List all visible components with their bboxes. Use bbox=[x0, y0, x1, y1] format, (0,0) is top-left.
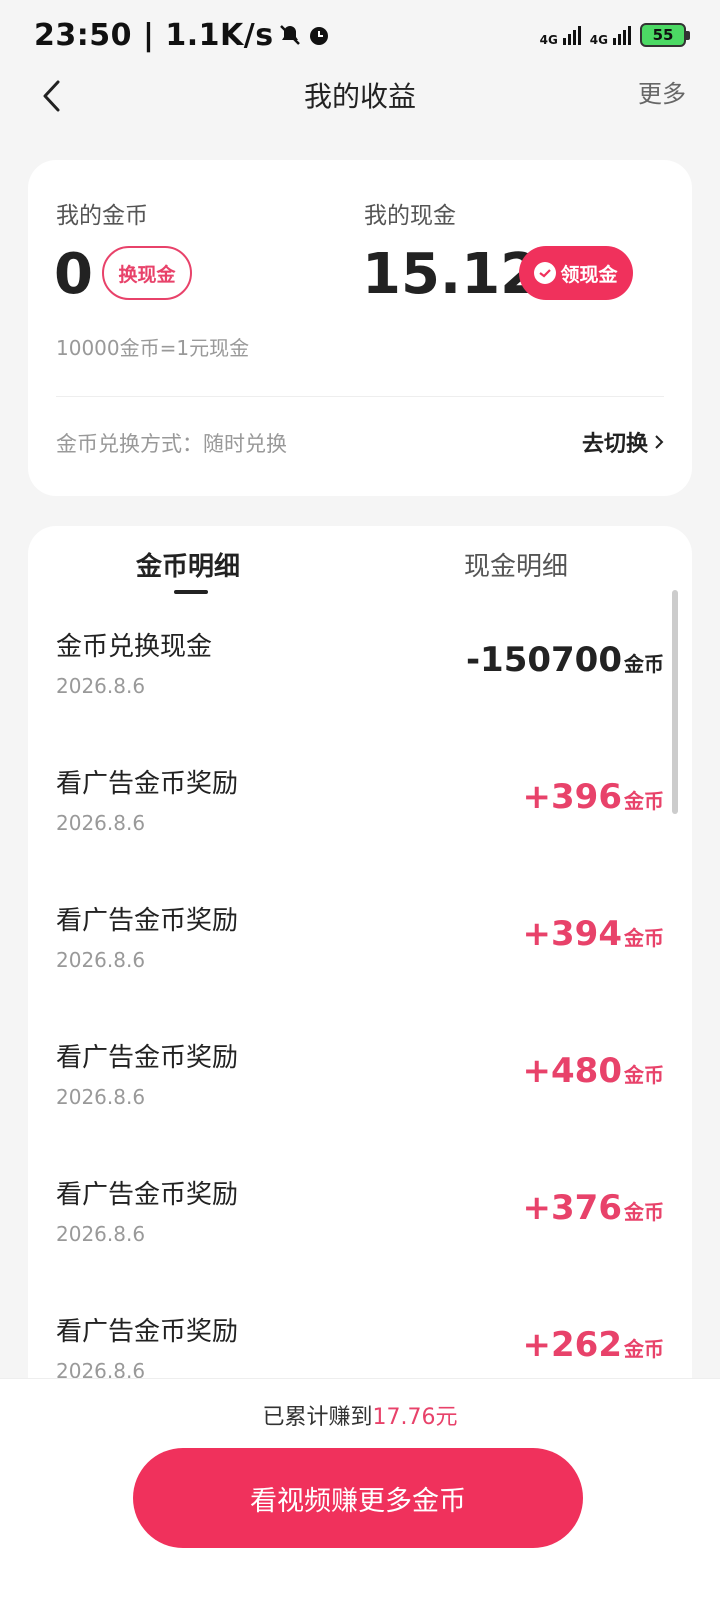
amount-unit: 金币 bbox=[624, 1063, 664, 1087]
network-type-2: 4G bbox=[589, 33, 608, 47]
amount-unit: 金币 bbox=[624, 1200, 664, 1224]
alarm-icon bbox=[309, 27, 328, 45]
record-date: 2026.8.6 bbox=[56, 1222, 146, 1246]
earned-prefix: 已累计赚到 bbox=[262, 1405, 373, 1430]
chevron-right-icon bbox=[655, 435, 664, 449]
amount-value: +396 bbox=[522, 777, 622, 817]
record-amount: -150700 金币 bbox=[466, 640, 664, 680]
watch-video-button[interactable]: 看视频赚更多金币 bbox=[133, 1448, 583, 1548]
withdraw-label: 领现金 bbox=[560, 263, 618, 286]
record-date: 2026.8.6 bbox=[56, 811, 146, 835]
withdraw-cash-button[interactable]: 领现金 bbox=[519, 246, 633, 300]
amount-unit: 金币 bbox=[624, 926, 664, 950]
amount-value: +376 bbox=[522, 1188, 622, 1228]
bottom-bar: 已累计赚到17.76元 看视频赚更多金币 bbox=[0, 1378, 720, 1600]
record-amount: +480 金币 bbox=[523, 1051, 664, 1091]
page-header: 我的收益 更多 bbox=[0, 70, 720, 120]
switch-method-link[interactable]: 去切换 bbox=[582, 426, 664, 458]
exchange-cash-button[interactable]: 换现金 bbox=[102, 246, 192, 300]
record-amount: +376 金币 bbox=[523, 1188, 664, 1228]
list-item: 看广告金币奖励 2026.8.6 +376 金币 bbox=[28, 1150, 692, 1287]
mute-bell-icon bbox=[279, 25, 300, 45]
amount-unit: 金币 bbox=[624, 789, 664, 813]
signal-icon-2 bbox=[613, 26, 631, 45]
switch-label: 去切换 bbox=[581, 432, 648, 457]
record-title: 看广告金币奖励 bbox=[56, 769, 239, 799]
divider bbox=[56, 396, 664, 397]
status-separator: | bbox=[132, 17, 166, 53]
network-speed: 1.1K/s bbox=[165, 17, 274, 53]
active-tab-indicator bbox=[174, 590, 208, 594]
page-title: 我的收益 bbox=[303, 80, 416, 113]
cash-balance: 15.12 bbox=[362, 242, 540, 307]
list-item: 看广告金币奖励 2026.8.6 +394 金币 bbox=[28, 876, 692, 1013]
scrollbar[interactable] bbox=[672, 590, 678, 814]
record-date: 2026.8.6 bbox=[56, 948, 146, 972]
record-amount: +262 金币 bbox=[523, 1325, 664, 1365]
record-amount: +394 金币 bbox=[523, 914, 664, 954]
signal-icon bbox=[562, 26, 581, 45]
tab-coin-detail[interactable]: 金币明细 bbox=[136, 546, 240, 583]
record-date: 2026.8.6 bbox=[56, 674, 146, 698]
record-amount: +396 金币 bbox=[523, 777, 664, 817]
battery-icon: 55 bbox=[640, 23, 690, 47]
record-title: 金币兑换现金 bbox=[56, 632, 213, 662]
record-title: 看广告金币奖励 bbox=[56, 1180, 239, 1210]
amount-value: +394 bbox=[522, 914, 622, 954]
amount-value: +262 bbox=[522, 1325, 622, 1365]
amount-unit: 金币 bbox=[624, 652, 664, 676]
network-type-1: 4G bbox=[539, 33, 558, 47]
record-list: 金币兑换现金 2026.8.6 -150700 金币 看广告金币奖励 2026.… bbox=[28, 602, 692, 1406]
earnings-summary-card: 我的金币 我的现金 0 换现金 15.12 领现金 10000金币=1元现金 金… bbox=[28, 160, 692, 496]
record-title: 看广告金币奖励 bbox=[56, 1317, 239, 1347]
record-date: 2026.8.6 bbox=[56, 1085, 146, 1109]
earned-amount: 17.76元 bbox=[372, 1405, 458, 1430]
record-title: 看广告金币奖励 bbox=[56, 906, 239, 936]
wallet-icon bbox=[534, 262, 557, 284]
amount-value: -150700 bbox=[465, 640, 622, 680]
exchange-rate-text: 10000金币=1元现金 bbox=[56, 336, 250, 360]
record-title: 看广告金币奖励 bbox=[56, 1043, 239, 1073]
coin-label: 我的金币 bbox=[56, 203, 148, 229]
exchange-method-text: 金币兑换方式：随时兑换 bbox=[56, 432, 287, 456]
more-button[interactable]: 更多 bbox=[638, 74, 686, 109]
detail-card: 金币明细 现金明细 金币兑换现金 2026.8.6 -150700 金币 看广告… bbox=[28, 526, 692, 1406]
list-item: 看广告金币奖励 2026.8.6 +480 金币 bbox=[28, 1013, 692, 1150]
cash-label: 我的现金 bbox=[364, 203, 456, 229]
battery-level: 55 bbox=[652, 26, 674, 44]
list-item: 看广告金币奖励 2026.8.6 +396 金币 bbox=[28, 739, 692, 876]
status-bar: 23:50 | 1.1K/s 4G 4G 55 bbox=[0, 0, 720, 70]
total-earned-text: 已累计赚到17.76元 bbox=[0, 1399, 720, 1431]
tab-cash-detail[interactable]: 现金明细 bbox=[464, 546, 568, 583]
status-time: 23:50 bbox=[34, 17, 132, 53]
coin-balance: 0 bbox=[54, 242, 93, 307]
detail-tabs: 金币明细 现金明细 bbox=[28, 526, 692, 602]
amount-unit: 金币 bbox=[624, 1337, 664, 1361]
amount-value: +480 bbox=[522, 1051, 622, 1091]
list-item: 金币兑换现金 2026.8.6 -150700 金币 bbox=[28, 602, 692, 739]
